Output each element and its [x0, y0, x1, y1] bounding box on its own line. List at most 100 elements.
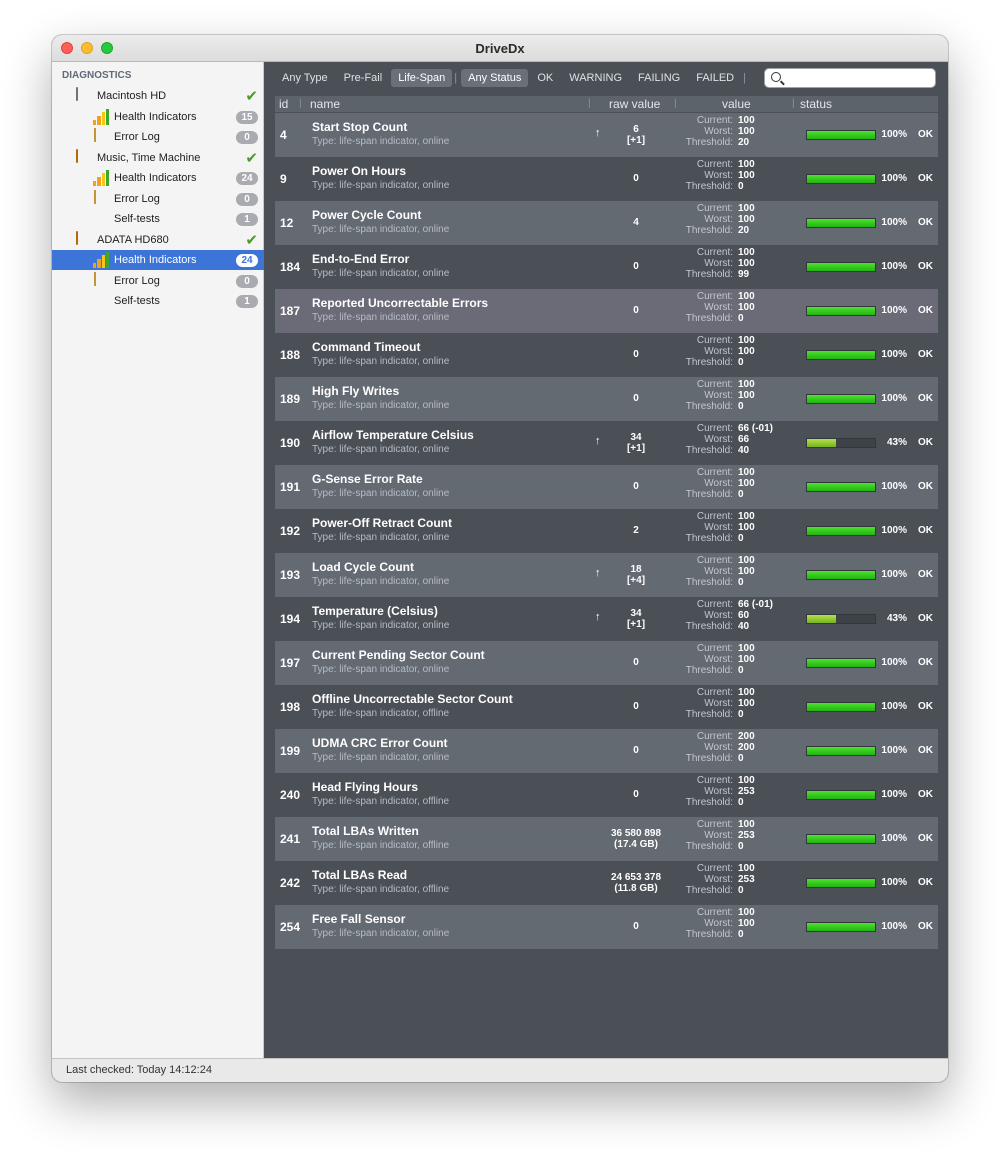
column-header-status[interactable]: status [800, 97, 832, 111]
column-header-name[interactable]: name [310, 97, 340, 111]
filter-failed-button[interactable]: FAILED [689, 69, 741, 87]
current-value-line: Current: 66 (-01) [667, 599, 797, 610]
sidebar-item[interactable]: Macintosh HD ✔ [52, 86, 264, 106]
column-header-value[interactable]: value [722, 97, 751, 111]
raw-value: 0 [600, 657, 672, 668]
search-field[interactable] [764, 68, 936, 88]
column-separator: | [674, 98, 677, 109]
threshold-value-label: Threshold: [685, 841, 733, 852]
health-chart-icon [93, 252, 109, 268]
table-row[interactable]: 4 Start Stop Count Type: life-span indicat… [275, 113, 938, 157]
sidebar-item[interactable]: Error Log 0 [52, 127, 264, 147]
raw-value-number: 0 [633, 701, 639, 712]
worst-value: 100 [738, 126, 755, 137]
attribute-name: Total LBAs Read [312, 868, 408, 882]
sidebar-item-label: Music, Time Machine [97, 152, 201, 164]
current-value: 100 [738, 335, 755, 346]
attribute-id: 198 [280, 700, 301, 714]
sidebar-item-label: Self-tests [114, 213, 160, 225]
status-label: OK [918, 877, 933, 888]
sidebar-item[interactable]: ADATA HD680 ✔ [52, 230, 264, 250]
health-percent: 100% [881, 129, 907, 140]
threshold-value-line: Threshold: 99 [667, 269, 797, 280]
sidebar-item[interactable]: Error Log 0 [52, 271, 264, 291]
attribute-name: End-to-End Error [312, 252, 410, 266]
table-row[interactable]: 242 Total LBAs Read Type: life-span indica… [275, 861, 938, 905]
table-row[interactable]: 194 Temperature (Celsius) Type: life-span … [275, 597, 938, 641]
raw-value-number: 36 580 898 [610, 828, 662, 839]
current-value: 100 [738, 247, 755, 258]
column-separator: | [792, 98, 795, 109]
raw-value-number: 0 [633, 349, 639, 360]
worst-value-label: Worst: [704, 918, 733, 929]
threshold-value: 0 [738, 401, 744, 412]
status-label: OK [918, 481, 933, 492]
sidebar: DIAGNOSTICS Macintosh HD ✔ Health Indicato… [52, 62, 264, 1058]
table-row[interactable]: 199 UDMA CRC Error Count Type: life-span i… [275, 729, 938, 773]
search-input[interactable] [785, 71, 930, 85]
attribute-type: Type: life-span indicator, online [312, 928, 450, 939]
drive-shape [76, 87, 78, 101]
filter-life-span-button[interactable]: Life-Span [391, 69, 453, 87]
table-row[interactable]: 12 Power Cycle Count Type: life-span indic… [275, 201, 938, 245]
filter-failing-button[interactable]: FAILING [631, 69, 687, 87]
table-row[interactable]: 188 Command Timeout Type: life-span indica… [275, 333, 938, 377]
sidebar-item[interactable]: Self-tests 1 [52, 291, 264, 311]
current-value-line: Current: 100 [667, 863, 797, 874]
title-bar: DriveDx [52, 35, 948, 62]
sidebar-item[interactable]: Error Log 0 [52, 189, 264, 209]
current-value-label: Current: [696, 775, 733, 786]
current-value-line: Current: 100 [667, 819, 797, 830]
filter-pre-fail-button[interactable]: Pre-Fail [337, 69, 390, 87]
sidebar-item[interactable]: Health Indicators 24 [52, 168, 264, 188]
sidebar-item[interactable]: Health Indicators 24 [52, 250, 264, 270]
table-row[interactable]: 187 Reported Uncorrectable Errors Type: li… [275, 289, 938, 333]
health-bar [806, 218, 876, 228]
table-row[interactable]: 197 Current Pending Sector Count Type: lif… [275, 641, 938, 685]
worst-value-line: Worst: 100 [667, 698, 797, 709]
table-row[interactable]: 184 End-to-End Error Type: life-span indic… [275, 245, 938, 289]
sidebar-item[interactable]: Music, Time Machine ✔ [52, 148, 264, 168]
table-row[interactable]: 254 Free Fall Sensor Type: life-span indic… [275, 905, 938, 949]
health-percent: 100% [881, 877, 907, 888]
sidebar-item[interactable]: Health Indicators 15 [52, 107, 264, 127]
threshold-value: 0 [738, 841, 744, 852]
filter-any-status-button[interactable]: Any Status [461, 69, 529, 87]
value-block: Current: 100 Worst: 100 Threshold: 99 [667, 247, 797, 280]
table-row[interactable]: 192 Power-Off Retract Count Type: life-spa… [275, 509, 938, 553]
current-value: 100 [738, 687, 755, 698]
table-row[interactable]: 189 High Fly Writes Type: life-span indica… [275, 377, 938, 421]
filter-any-type-button[interactable]: Any Type [275, 69, 335, 87]
column-header-raw-value[interactable]: raw value [609, 97, 660, 111]
raw-value: 34 [+1] [600, 608, 672, 630]
filter-ok-button[interactable]: OK [530, 69, 560, 87]
health-bar-fill [807, 879, 875, 887]
table-row[interactable]: 9 Power On Hours Type: life-span indicator… [275, 157, 938, 201]
threshold-value-label: Threshold: [685, 225, 733, 236]
main-panel: Any Type Pre-Fail Life-Span | Any Status… [265, 62, 948, 1058]
table-row[interactable]: 193 Load Cycle Count Type: life-span indic… [275, 553, 938, 597]
table-row[interactable]: 190 Airflow Temperature Celsius Type: life… [275, 421, 938, 465]
current-value-label: Current: [696, 731, 733, 742]
health-bar-fill [807, 659, 875, 667]
table-row[interactable]: 191 G-Sense Error Rate Type: life-span ind… [275, 465, 938, 509]
sidebar-item[interactable]: Self-tests 1 [52, 209, 264, 229]
health-percent: 100% [881, 789, 907, 800]
table-row[interactable]: 241 Total LBAs Written Type: life-span ind… [275, 817, 938, 861]
value-block: Current: 66 (-01) Worst: 66 Threshold: 40 [667, 423, 797, 456]
health-bar-fill [807, 219, 875, 227]
column-header-id[interactable]: id [279, 97, 288, 111]
filter-warning-button[interactable]: WARNING [562, 69, 629, 87]
health-bar [806, 174, 876, 184]
threshold-value-label: Threshold: [685, 137, 733, 148]
worst-value-label: Worst: [704, 654, 733, 665]
raw-value: 0 [600, 921, 672, 932]
table-row[interactable]: 240 Head Flying Hours Type: life-span indi… [275, 773, 938, 817]
attribute-id: 242 [280, 876, 301, 890]
worst-value-label: Worst: [704, 830, 733, 841]
health-bar [806, 394, 876, 404]
table-row[interactable]: 198 Offline Uncorrectable Sector Count Typ… [275, 685, 938, 729]
count-badge: 1 [236, 294, 258, 308]
current-value: 100 [738, 467, 755, 478]
chart-bars [93, 170, 109, 186]
